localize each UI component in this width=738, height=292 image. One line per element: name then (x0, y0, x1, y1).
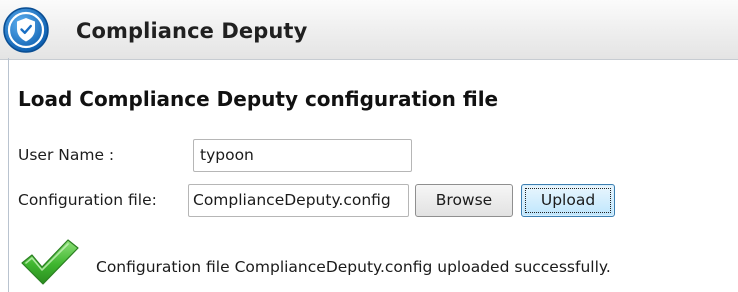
configuration-file-label: Configuration file: (18, 191, 157, 209)
app-header: Compliance Deputy (0, 0, 738, 60)
page-title: Load Compliance Deputy configuration fil… (18, 87, 499, 111)
app-title: Compliance Deputy (76, 19, 308, 43)
user-name-field[interactable]: typoon (193, 139, 412, 172)
frame-border (8, 58, 9, 292)
configuration-file-field[interactable]: ComplianceDeputy.config (188, 184, 409, 217)
checkmark-icon (21, 239, 79, 285)
upload-button[interactable]: Upload (521, 184, 615, 217)
app-window: Compliance Deputy Load Compliance Deputy… (0, 0, 738, 292)
browse-button[interactable]: Browse (415, 184, 513, 217)
shield-check-icon (3, 7, 49, 53)
upload-status-message: Configuration file ComplianceDeputy.conf… (96, 258, 611, 276)
user-name-label: User Name : (18, 146, 115, 164)
